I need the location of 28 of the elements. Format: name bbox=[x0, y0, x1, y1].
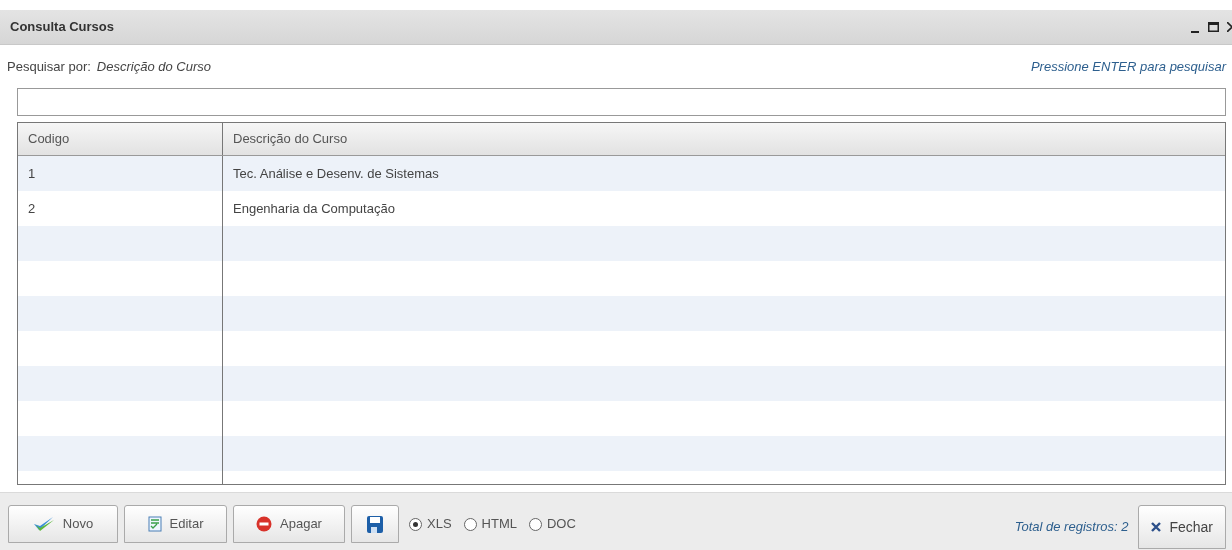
table-cell-text: 2 bbox=[28, 199, 36, 218]
table-cell-text: Engenharia da Computação bbox=[233, 199, 395, 218]
radio-label[interactable]: XLS bbox=[427, 514, 452, 534]
search-hint: Pressione ENTER para pesquisar bbox=[1030, 57, 1226, 76]
check-icon bbox=[32, 516, 55, 532]
window-title: Consulta Cursos bbox=[10, 18, 114, 37]
column-header[interactable]: Codigo bbox=[18, 123, 223, 155]
save-button[interactable] bbox=[351, 505, 399, 543]
maximize-icon[interactable] bbox=[1208, 22, 1219, 32]
close-button[interactable]: Fechar bbox=[1138, 505, 1226, 549]
search-field-name: Descrição do Curso bbox=[96, 57, 211, 76]
document-icon bbox=[147, 516, 162, 532]
radio-button[interactable] bbox=[528, 517, 542, 531]
search-field[interactable] bbox=[17, 88, 1226, 116]
delete-button[interactable]: Apagar bbox=[233, 505, 345, 543]
radio-label[interactable]: HTML bbox=[481, 514, 517, 534]
column-header[interactable]: Descrição do Curso bbox=[223, 123, 1225, 155]
radio-label[interactable]: DOC bbox=[546, 514, 576, 534]
radio-button[interactable] bbox=[463, 517, 477, 531]
radio-button[interactable] bbox=[409, 517, 422, 531]
record-count: Total de registros: 2 bbox=[1014, 518, 1129, 536]
no-entry-icon bbox=[256, 516, 273, 532]
edit-button[interactable]: Editar bbox=[124, 505, 227, 543]
search-label: Pesquisar por: bbox=[7, 57, 91, 76]
save-icon bbox=[367, 515, 383, 533]
table-cell-text: 1 bbox=[28, 164, 36, 183]
table-cell-text: Tec. Análise e Desenv. de Sistemas bbox=[233, 164, 439, 183]
new-button[interactable]: Novo bbox=[8, 505, 118, 543]
